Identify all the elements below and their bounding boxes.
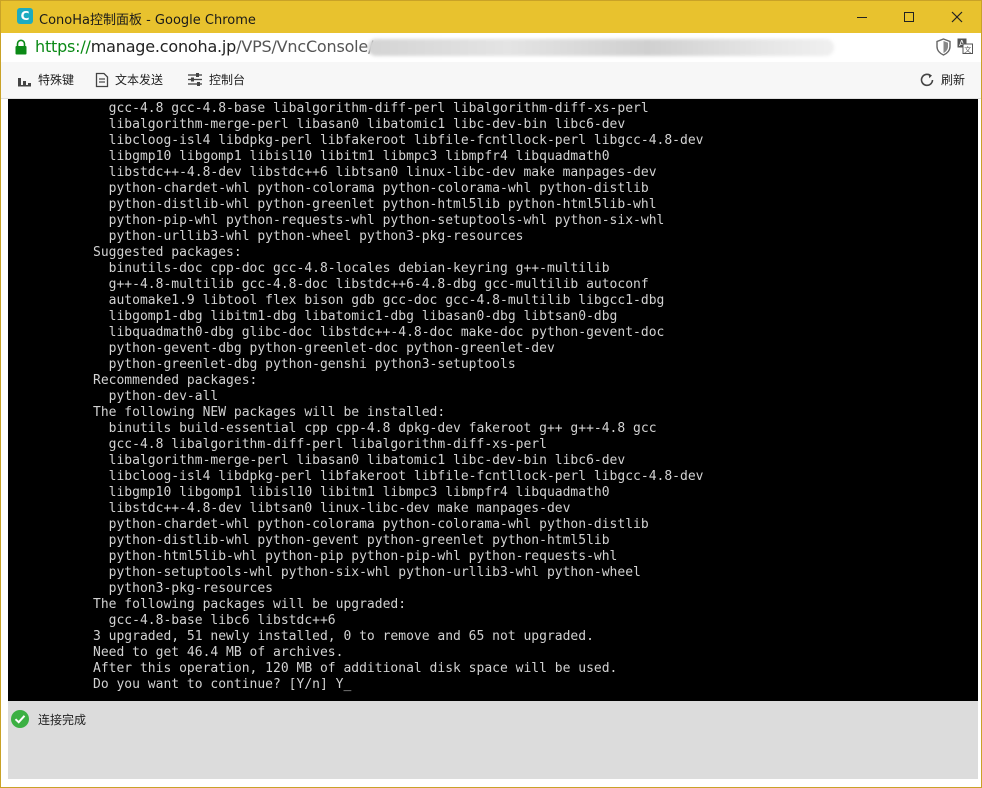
terminal-line: libgomp1-dbg libitm1-dbg libatomic1-dbg … <box>93 309 618 324</box>
terminal-line: libgmp10 libgomp1 libisl10 libitm1 libmp… <box>93 149 610 164</box>
minimize-button[interactable] <box>839 1 885 33</box>
browser-window: C ConoHa控制面板 - Google Chrome https://man… <box>0 0 982 788</box>
terminal-line: The following packages will be upgraded: <box>93 597 407 612</box>
url-host: manage.conoha.jp <box>90 37 237 56</box>
check-circle-icon <box>11 710 29 728</box>
terminal-line: libstdc++-4.8-dev libstdc++6 libtsan0 li… <box>93 165 657 180</box>
console-button[interactable]: 控制台 <box>187 71 245 88</box>
terminal-line: python-setuptools-whl python-six-whl pyt… <box>93 565 641 580</box>
terminal-line: python-chardet-whl python-colorama pytho… <box>93 517 649 532</box>
sliders-icon <box>188 73 202 86</box>
lock-icon[interactable] <box>14 39 28 56</box>
terminal-line: 3 upgraded, 51 newly installed, 0 to rem… <box>93 629 594 644</box>
terminal-line: python-distlib-whl python-greenlet pytho… <box>93 197 657 212</box>
special-keys-label: 特殊键 <box>38 73 75 87</box>
terminal-line: libcloog-isl4 libdpkg-perl libfakeroot l… <box>93 133 704 148</box>
terminal-line: g++-4.8-multilib gcc-4.8-doc libstdc++6-… <box>93 277 649 292</box>
terminal-line: python-pip-whl python-requests-whl pytho… <box>93 213 665 228</box>
refresh-icon <box>920 73 934 86</box>
close-icon <box>951 11 963 23</box>
terminal-line: The following NEW packages will be insta… <box>93 405 446 420</box>
terminal-line: binutils build-essential cpp cpp-4.8 dpk… <box>93 421 657 436</box>
document-icon <box>95 72 109 87</box>
translate-icon[interactable]: A 文 <box>957 38 973 54</box>
terminal-line: python-gevent-dbg python-greenlet-doc py… <box>93 341 555 356</box>
terminal-line: After this operation, 120 MB of addition… <box>93 661 618 676</box>
console-toolbar: 特殊键 文本发送 控制台 刷新 <box>1 62 981 99</box>
conoha-app-icon: C <box>17 8 33 24</box>
window-title: ConoHa控制面板 - Google Chrome <box>39 13 256 28</box>
terminal-line: Suggested packages: <box>93 245 242 260</box>
maximize-icon <box>904 12 914 22</box>
refresh-button[interactable]: 刷新 <box>919 71 965 88</box>
maximize-button[interactable] <box>886 1 932 33</box>
terminal-line: Need to get 46.4 MB of archives. <box>93 645 344 660</box>
terminal-line: libgmp10 libgomp1 libisl10 libitm1 libmp… <box>93 485 610 500</box>
redacted-url-segment <box>368 39 834 56</box>
terminal-line: python-html5lib-whl python-pip python-pi… <box>93 549 618 564</box>
terminal-line: python-urllib3-whl python-wheel python3-… <box>93 229 524 244</box>
terminal-line: libalgorithm-merge-perl libasan0 libatom… <box>93 453 626 468</box>
title-bar[interactable]: C ConoHa控制面板 - Google Chrome <box>1 1 981 33</box>
minimize-icon <box>857 17 867 18</box>
vnc-console-screen[interactable]: gcc-4.8 gcc-4.8-base libalgorithm-diff-p… <box>8 99 978 701</box>
special-keys-button[interactable]: 特殊键 <box>17 71 74 88</box>
terminal-line: libquadmath0-dbg glibc-doc libstdc++-4.8… <box>93 325 665 340</box>
terminal-line: binutils-doc cpp-doc gcc-4.8-locales deb… <box>93 261 610 276</box>
status-bar: 连接完成 <box>8 701 978 779</box>
terminal-line: python-greenlet-dbg python-genshi python… <box>93 357 516 372</box>
send-text-label: 文本发送 <box>115 73 164 87</box>
address-bar[interactable]: https://manage.conoha.jp/VPS/VncConsole/… <box>1 33 981 63</box>
terminal-line: Do you want to continue? [Y/n] Y <box>93 677 344 692</box>
refresh-label: 刷新 <box>941 73 966 87</box>
terminal-line: libalgorithm-merge-perl libasan0 libatom… <box>93 117 626 132</box>
terminal-output: gcc-4.8 gcc-4.8-base libalgorithm-diff-p… <box>93 101 703 693</box>
svg-text:文: 文 <box>964 45 971 54</box>
console-label: 控制台 <box>209 73 246 87</box>
send-text-button[interactable]: 文本发送 <box>95 71 163 88</box>
url-text[interactable]: https://manage.conoha.jp/VPS/VncConsole/ <box>35 37 373 56</box>
url-scheme: https:// <box>35 37 91 56</box>
close-button[interactable] <box>934 1 980 33</box>
terminal-line: automake1.9 libtool flex bison gdb gcc-d… <box>93 293 665 308</box>
terminal-line: python-distlib-whl python-gevent python-… <box>93 533 610 548</box>
terminal-line: gcc-4.8 libalgorithm-diff-perl libalgori… <box>93 437 547 452</box>
terminal-line: libstdc++-4.8-dev libtsan0 linux-libc-de… <box>93 501 571 516</box>
terminal-line: python3-pkg-resources <box>93 581 274 596</box>
terminal-line: gcc-4.8 gcc-4.8-base libalgorithm-diff-p… <box>93 101 649 116</box>
shield-icon[interactable] <box>935 38 952 56</box>
connection-status-text: 连接完成 <box>38 713 87 727</box>
terminal-line: gcc-4.8-base libc6 libstdc++6 <box>93 613 336 628</box>
url-path: /VPS/VncConsole/ <box>236 37 374 56</box>
terminal-line: python-dev-all <box>93 389 219 404</box>
terminal-cursor: _ <box>343 677 352 692</box>
bar-chart-icon <box>18 78 31 87</box>
terminal-line: libcloog-isl4 libdpkg-perl libfakeroot l… <box>93 469 704 484</box>
terminal-line: Recommended packages: <box>93 373 258 388</box>
terminal-line: python-chardet-whl python-colorama pytho… <box>93 181 649 196</box>
